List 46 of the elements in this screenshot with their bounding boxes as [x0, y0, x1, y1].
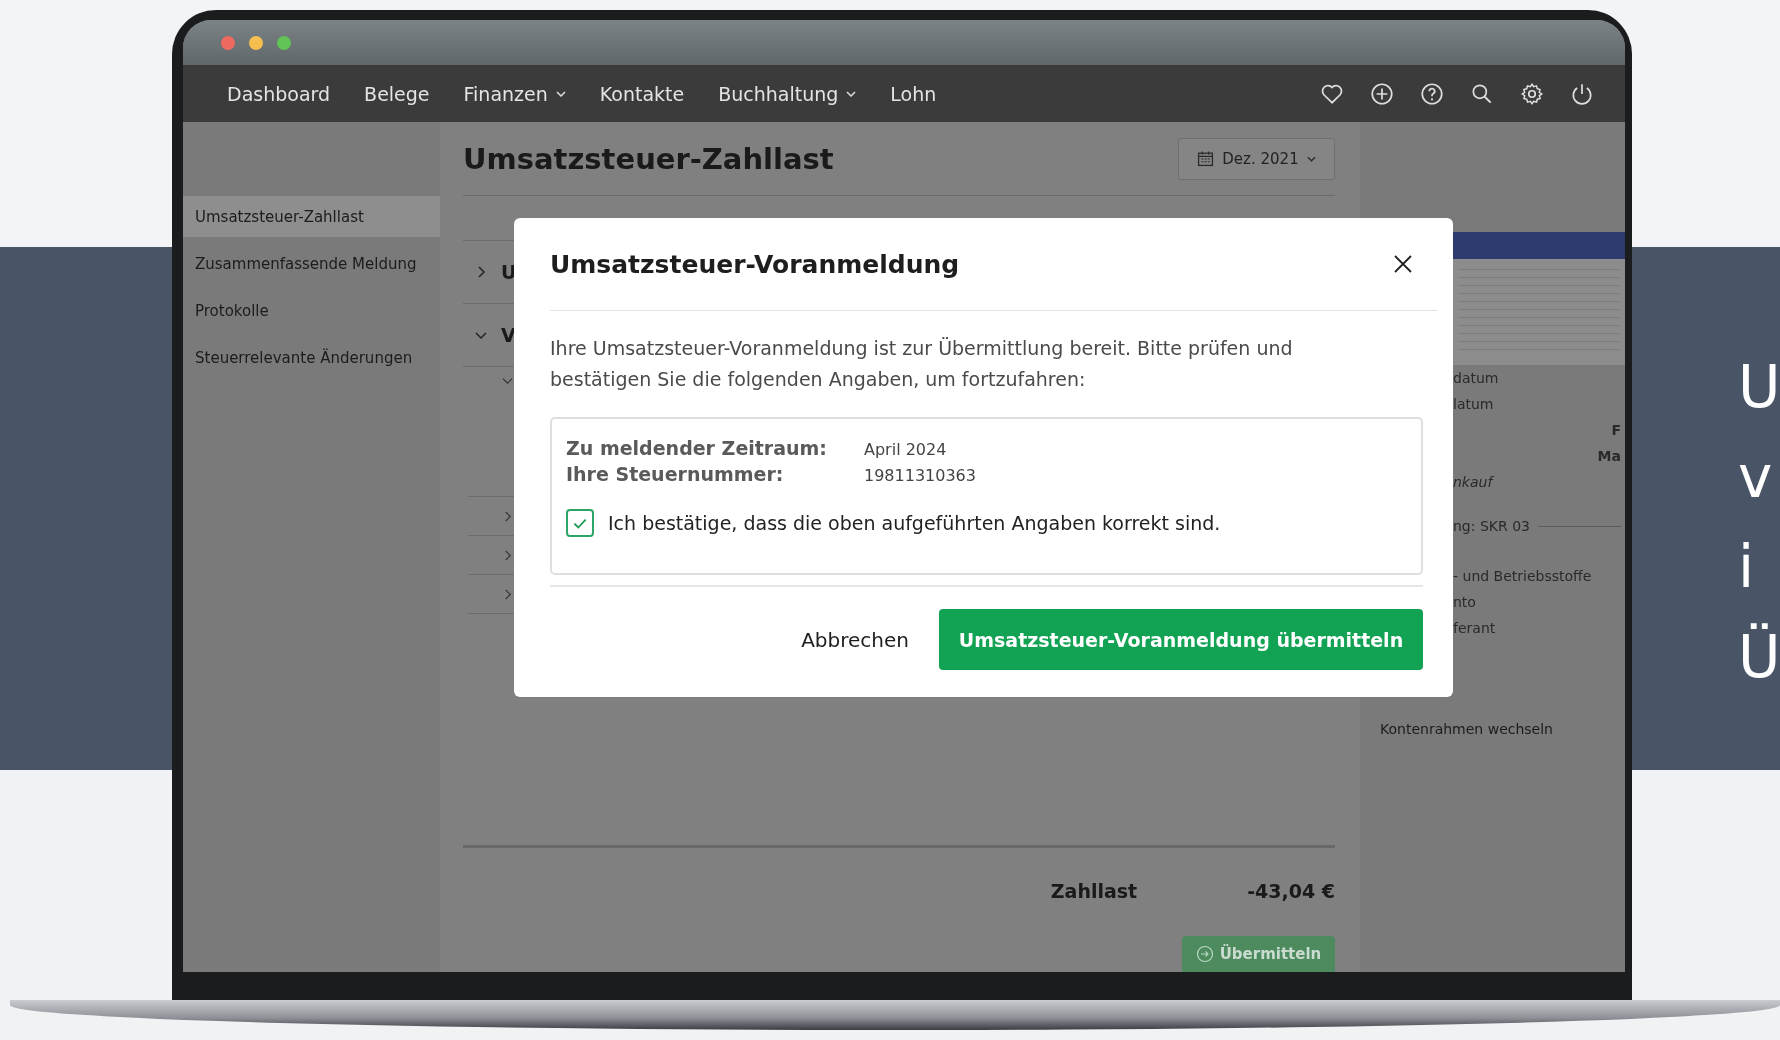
sidebar-item[interactable]: Protokolle: [183, 290, 416, 331]
nav-item[interactable]: Lohn: [874, 74, 953, 113]
checkbox-label[interactable]: Ich bestätige, dass die oben aufgeführten Angaben korrekt sind.: [608, 512, 1221, 534]
field-value: 19811310363: [864, 466, 977, 485]
nav-item[interactable]: Kontakte: [583, 74, 701, 113]
arrow-circle-icon: [1195, 945, 1214, 963]
panel-text: F: [1611, 422, 1621, 438]
panel-text: - und Betriebsstoffe: [1453, 568, 1592, 584]
headline-letter: i: [1738, 532, 1756, 603]
nav-item[interactable]: Buchhaltung: [702, 74, 873, 113]
period-dropdown[interactable]: Dez. 2021: [1178, 137, 1335, 180]
panel-text: nto: [1453, 594, 1476, 610]
panel-text: latum: [1453, 396, 1494, 412]
page-title: Umsatzsteuer-Zahllast: [463, 141, 834, 176]
help-icon[interactable]: [1419, 80, 1445, 107]
cancel-button[interactable]: Abbrechen: [795, 619, 915, 660]
dialog-title: Umsatzsteuer-Voranmeldung: [550, 249, 960, 279]
headline-letter: Ü: [1738, 622, 1780, 693]
close-icon[interactable]: [1393, 254, 1413, 274]
headline-letter: v: [1738, 442, 1774, 513]
nav-item[interactable]: Dashboard: [211, 74, 347, 113]
headline-letter: U: [1738, 352, 1780, 423]
field-label: Ihre Steuernummer:: [566, 463, 785, 485]
total-label: Zahllast: [1050, 880, 1138, 902]
sidebar-item[interactable]: Zusammenfassende Meldung: [183, 243, 429, 284]
add-icon[interactable]: [1369, 80, 1395, 107]
total-value: -43,04 €: [1247, 880, 1335, 902]
panel-text: datum: [1453, 370, 1499, 386]
dialog-message: Ihre Umsatzsteuer-Voranmeldung ist zur Übermittlung bereit. Bitte prüfen und bestätigen Sie die folgenden Angaben, um fortzufahren:: [550, 336, 1294, 392]
window-control-dot[interactable]: [249, 35, 263, 50]
link[interactable]: Kontenrahmen wechseln: [1380, 721, 1553, 737]
window-control-dot[interactable]: [221, 35, 235, 50]
checkbox[interactable]: [566, 509, 594, 537]
panel-text: ferant: [1453, 620, 1496, 636]
field-value: April 2024: [864, 440, 948, 459]
nav-item[interactable]: Belege: [348, 74, 446, 113]
sidebar-item[interactable]: Steuerrelevante Änderungen: [183, 337, 425, 378]
panel-text: nkauf: [1453, 474, 1493, 490]
field-label: Zu meldender Zeitraum:: [566, 437, 828, 459]
nav-item[interactable]: Finanzen: [447, 74, 582, 113]
panel-text: Ma: [1597, 448, 1621, 464]
window-control-dot[interactable]: [277, 35, 291, 50]
panel-text: ng: SKR 03: [1453, 518, 1530, 534]
caret-icon: [1306, 155, 1316, 162]
calendar-icon: [1197, 150, 1215, 167]
sidebar-item[interactable]: Umsatzsteuer-Zahllast: [183, 196, 440, 237]
